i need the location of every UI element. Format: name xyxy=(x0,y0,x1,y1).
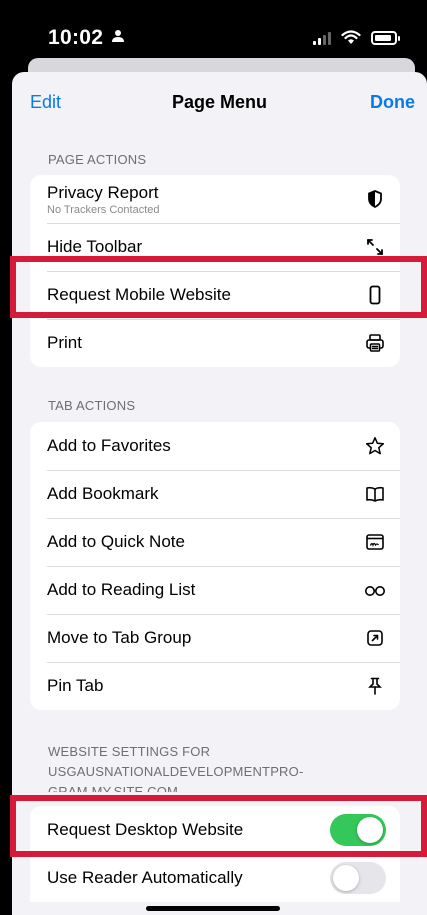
add-to-favorites-row[interactable]: Add to Favorites xyxy=(30,422,400,470)
quick-note-icon xyxy=(364,531,386,553)
move-to-tab-group-label: Move to Tab Group xyxy=(47,628,192,647)
resize-arrows-icon xyxy=(364,236,386,258)
person-icon xyxy=(112,30,125,42)
move-arrow-icon xyxy=(364,627,386,649)
hide-toolbar-row[interactable]: Hide Toolbar xyxy=(30,223,400,271)
pin-tab-row[interactable]: Pin Tab xyxy=(30,662,400,710)
glasses-icon xyxy=(364,579,386,601)
request-desktop-website-label: Request Desktop Website xyxy=(47,820,244,839)
tab-actions-group: Add to Favorites Add Bookmark Add to Qui… xyxy=(30,422,400,710)
phone-icon xyxy=(364,284,386,306)
book-icon xyxy=(364,483,386,505)
privacy-report-label: Privacy Report xyxy=(47,182,159,202)
cellular-signal-icon xyxy=(313,31,331,45)
add-to-reading-list-row[interactable]: Add to Reading List xyxy=(30,566,400,614)
privacy-report-sublabel: No Trackers Contacted xyxy=(47,203,160,216)
add-bookmark-row[interactable]: Add Bookmark xyxy=(30,470,400,518)
section-header-website-settings: WEBSITE SETTINGS FOR USGAUSNATIONALDEVEL… xyxy=(48,742,304,792)
request-desktop-website-toggle[interactable] xyxy=(330,814,386,846)
hide-toolbar-label: Hide Toolbar xyxy=(47,237,143,256)
request-desktop-website-row: Request Desktop Website xyxy=(30,806,400,854)
use-reader-automatically-label: Use Reader Automatically xyxy=(47,868,243,887)
add-bookmark-label: Add Bookmark xyxy=(47,484,159,503)
use-reader-automatically-toggle[interactable] xyxy=(330,862,386,894)
page-actions-group: Privacy Report No Trackers Contacted Hid… xyxy=(30,175,400,367)
use-reader-automatically-row: Use Reader Automatically xyxy=(30,854,400,902)
done-button[interactable]: Done xyxy=(370,92,415,113)
add-to-quick-note-label: Add to Quick Note xyxy=(47,532,185,551)
status-icons xyxy=(313,30,400,45)
page-title: Page Menu xyxy=(171,92,268,112)
home-indicator xyxy=(146,906,280,911)
website-settings-header-line2: USGAUSNATIONALDEVELOPMENTPRO- xyxy=(48,764,304,779)
status-time: 10:02 xyxy=(48,26,125,50)
star-icon xyxy=(364,435,386,457)
wifi-icon xyxy=(341,30,361,44)
add-to-reading-list-label: Add to Reading List xyxy=(47,580,196,599)
section-header-tab-actions: TAB ACTIONS xyxy=(48,398,136,413)
website-settings-header-line1: WEBSITE SETTINGS FOR xyxy=(48,744,211,759)
print-row[interactable]: Print xyxy=(30,319,400,367)
shield-icon xyxy=(364,188,386,210)
website-settings-header-line3: GRAM.MY.SITE.COM xyxy=(48,784,179,792)
request-mobile-website-row[interactable]: Request Mobile Website xyxy=(30,271,400,319)
section-header-page-actions: PAGE ACTIONS xyxy=(48,152,147,167)
move-to-tab-group-row[interactable]: Move to Tab Group xyxy=(30,614,400,662)
pin-icon xyxy=(364,675,386,697)
status-time-text: 10:02 xyxy=(48,26,104,49)
battery-icon xyxy=(371,30,400,45)
privacy-report-row[interactable]: Privacy Report No Trackers Contacted xyxy=(30,175,400,223)
pin-tab-label: Pin Tab xyxy=(47,676,104,695)
add-to-favorites-label: Add to Favorites xyxy=(47,436,171,455)
nav-bar: Edit Page Menu Done xyxy=(12,72,427,130)
add-to-quick-note-row[interactable]: Add to Quick Note xyxy=(30,518,400,566)
page-menu-sheet: Edit Page Menu Done PAGE ACTIONS Privacy… xyxy=(12,72,427,915)
printer-icon xyxy=(364,332,386,354)
print-label: Print xyxy=(47,333,82,352)
request-mobile-website-label: Request Mobile Website xyxy=(47,285,231,304)
website-settings-group: Request Desktop Website Use Reader Autom… xyxy=(30,806,400,902)
